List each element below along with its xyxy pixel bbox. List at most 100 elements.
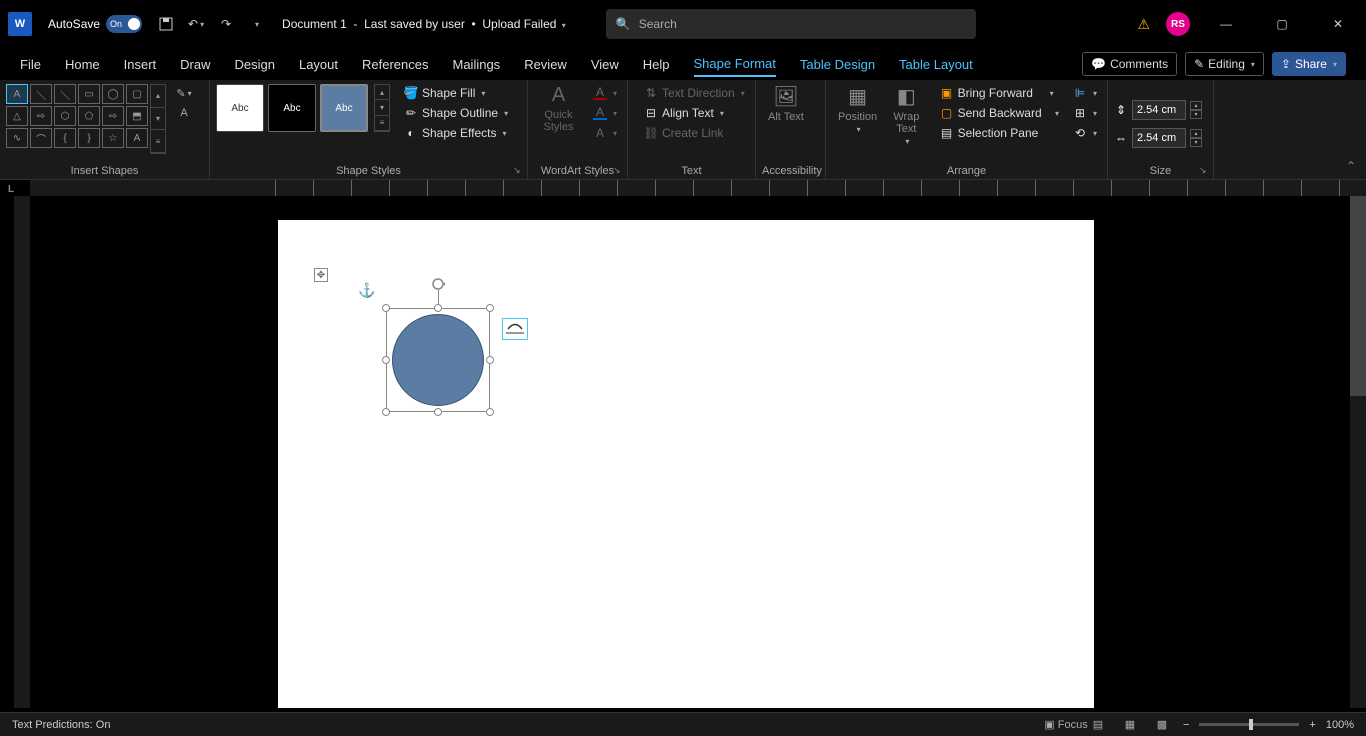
shape-star-icon[interactable]: ⬠: [78, 106, 100, 126]
bring-forward-button[interactable]: ▣ Bring Forward ▾: [936, 84, 1063, 102]
shape-arrow-icon[interactable]: ⇨: [30, 106, 52, 126]
vertical-ruler[interactable]: [14, 196, 30, 708]
style-preset-1[interactable]: Abc: [216, 84, 264, 132]
shape-outline-button[interactable]: ✏ Shape Outline▾: [400, 104, 512, 122]
shape-roundrect-icon[interactable]: ▢: [126, 84, 148, 104]
zoom-slider[interactable]: [1199, 723, 1299, 726]
width-down-icon[interactable]: ▾: [1190, 138, 1202, 147]
toggle-switch[interactable]: On: [106, 15, 142, 33]
scrollbar-thumb[interactable]: [1350, 196, 1366, 396]
tab-insert[interactable]: Insert: [124, 53, 157, 76]
text-predictions-status[interactable]: Text Predictions: On: [12, 719, 110, 731]
rotation-handle-icon[interactable]: [430, 276, 446, 292]
height-up-icon[interactable]: ▴: [1190, 101, 1202, 110]
document-title[interactable]: Document 1 - Last saved by user • Upload…: [282, 17, 566, 31]
shape-brace2-icon[interactable]: }: [78, 128, 100, 148]
style-preset-3[interactable]: Abc: [320, 84, 368, 132]
edit-shape-icon[interactable]: ✎▾: [174, 84, 194, 102]
horizontal-ruler[interactable]: [30, 180, 1366, 196]
style-up-icon[interactable]: ▴: [375, 85, 389, 100]
tab-references[interactable]: References: [362, 53, 428, 76]
shape-rect-icon[interactable]: ▭: [78, 84, 100, 104]
shape-hex-icon[interactable]: ⬡: [54, 106, 76, 126]
gallery-up-icon[interactable]: ▴: [151, 85, 165, 108]
resize-handle-ne[interactable]: [486, 304, 494, 312]
shape-star2-icon[interactable]: ☆: [102, 128, 124, 148]
maximize-button[interactable]: ▢: [1262, 8, 1302, 40]
vertical-scrollbar[interactable]: [1350, 196, 1366, 708]
share-button[interactable]: ⇪ Share ▾: [1272, 52, 1346, 76]
shapes-gallery[interactable]: A ＼ ＼ ▭ ◯ ▢ △ ⇨ ⬡ ⬠ ⇨ ⬒ ∿ ⌒ { } ☆: [6, 84, 166, 154]
tab-home[interactable]: Home: [65, 53, 100, 76]
page[interactable]: ✥ ⚓: [278, 220, 1094, 708]
height-input[interactable]: [1132, 100, 1186, 120]
draw-textbox-icon[interactable]: A: [174, 104, 194, 122]
collapse-ribbon-icon[interactable]: ⌃: [1346, 159, 1356, 173]
shape-arrow2-icon[interactable]: ⇨: [102, 106, 124, 126]
resize-handle-n[interactable]: [434, 304, 442, 312]
wordart-launcher-icon[interactable]: ↘: [613, 165, 623, 175]
width-input[interactable]: [1132, 128, 1186, 148]
selection-pane-button[interactable]: ▤ Selection Pane: [936, 124, 1063, 142]
shape-styles-launcher-icon[interactable]: ↘: [513, 165, 523, 175]
resize-handle-s[interactable]: [434, 408, 442, 416]
close-button[interactable]: ✕: [1318, 8, 1358, 40]
position-button[interactable]: ▦ Position▾: [832, 84, 883, 134]
tab-layout[interactable]: Layout: [299, 53, 338, 76]
gallery-down-icon[interactable]: ▾: [151, 108, 165, 131]
undo-icon[interactable]: ↶▾: [186, 14, 206, 34]
tab-help[interactable]: Help: [643, 53, 670, 76]
editing-button[interactable]: ✎ Editing ▾: [1185, 52, 1264, 76]
zoom-out-button[interactable]: −: [1183, 719, 1189, 731]
zoom-in-button[interactable]: +: [1309, 719, 1315, 731]
rotate-button[interactable]: ⟲▾: [1069, 124, 1101, 142]
save-icon[interactable]: [156, 14, 176, 34]
tab-shape-format[interactable]: Shape Format: [694, 52, 776, 77]
comments-button[interactable]: 💬 Comments: [1082, 52, 1177, 76]
autosave-toggle[interactable]: AutoSave On: [48, 15, 142, 33]
height-down-icon[interactable]: ▾: [1190, 110, 1202, 119]
size-launcher-icon[interactable]: ↘: [1199, 165, 1209, 175]
gallery-more-icon[interactable]: ≡: [151, 130, 165, 153]
resize-handle-nw[interactable]: [382, 304, 390, 312]
shape-line2-icon[interactable]: ＼: [54, 84, 76, 104]
web-layout-icon[interactable]: ▩: [1151, 716, 1173, 734]
shape-curve-icon[interactable]: ∿: [6, 128, 28, 148]
resize-handle-sw[interactable]: [382, 408, 390, 416]
shape-triangle-icon[interactable]: △: [6, 106, 28, 126]
shape-oval-icon[interactable]: ◯: [102, 84, 124, 104]
send-backward-button[interactable]: ▢ Send Backward ▾: [936, 104, 1063, 122]
user-avatar[interactable]: RS: [1166, 12, 1190, 36]
resize-handle-w[interactable]: [382, 356, 390, 364]
resize-handle-e[interactable]: [486, 356, 494, 364]
read-mode-icon[interactable]: ▤: [1087, 716, 1109, 734]
tab-draw[interactable]: Draw: [180, 53, 210, 76]
width-up-icon[interactable]: ▴: [1190, 129, 1202, 138]
align-button[interactable]: ⊫▾: [1069, 84, 1101, 102]
tab-mailings[interactable]: Mailings: [453, 53, 501, 76]
tab-file[interactable]: File: [20, 53, 41, 76]
tab-review[interactable]: Review: [524, 53, 567, 76]
zoom-level[interactable]: 100%: [1326, 719, 1354, 731]
selected-shape[interactable]: [386, 308, 490, 412]
zoom-thumb[interactable]: [1249, 719, 1253, 730]
shape-effects-button[interactable]: ◐ Shape Effects▾: [400, 124, 512, 142]
resize-handle-se[interactable]: [486, 408, 494, 416]
focus-button[interactable]: ▣ Focus: [1055, 716, 1077, 734]
shape-arc-icon[interactable]: ⌒: [30, 128, 52, 148]
shape-callout-icon[interactable]: ⬒: [126, 106, 148, 126]
shape-line-icon[interactable]: ＼: [30, 84, 52, 104]
alt-text-button[interactable]: 🖼 Alt Text: [762, 84, 810, 123]
align-text-button[interactable]: ⊟ Align Text▾: [640, 104, 749, 122]
search-box[interactable]: 🔍 Search: [606, 9, 976, 39]
move-handle-icon[interactable]: ✥: [314, 268, 328, 282]
tab-table-design[interactable]: Table Design: [800, 53, 875, 76]
style-down-icon[interactable]: ▾: [375, 100, 389, 115]
shape-textbox2-icon[interactable]: A: [126, 128, 148, 148]
style-more-icon[interactable]: ≡: [375, 116, 389, 131]
document-area[interactable]: ✥ ⚓: [30, 196, 1366, 708]
tab-design[interactable]: Design: [235, 53, 275, 76]
warning-icon[interactable]: ⚠: [1137, 16, 1150, 33]
shape-textbox-icon[interactable]: A: [6, 84, 28, 104]
anchor-icon[interactable]: ⚓: [358, 282, 375, 299]
